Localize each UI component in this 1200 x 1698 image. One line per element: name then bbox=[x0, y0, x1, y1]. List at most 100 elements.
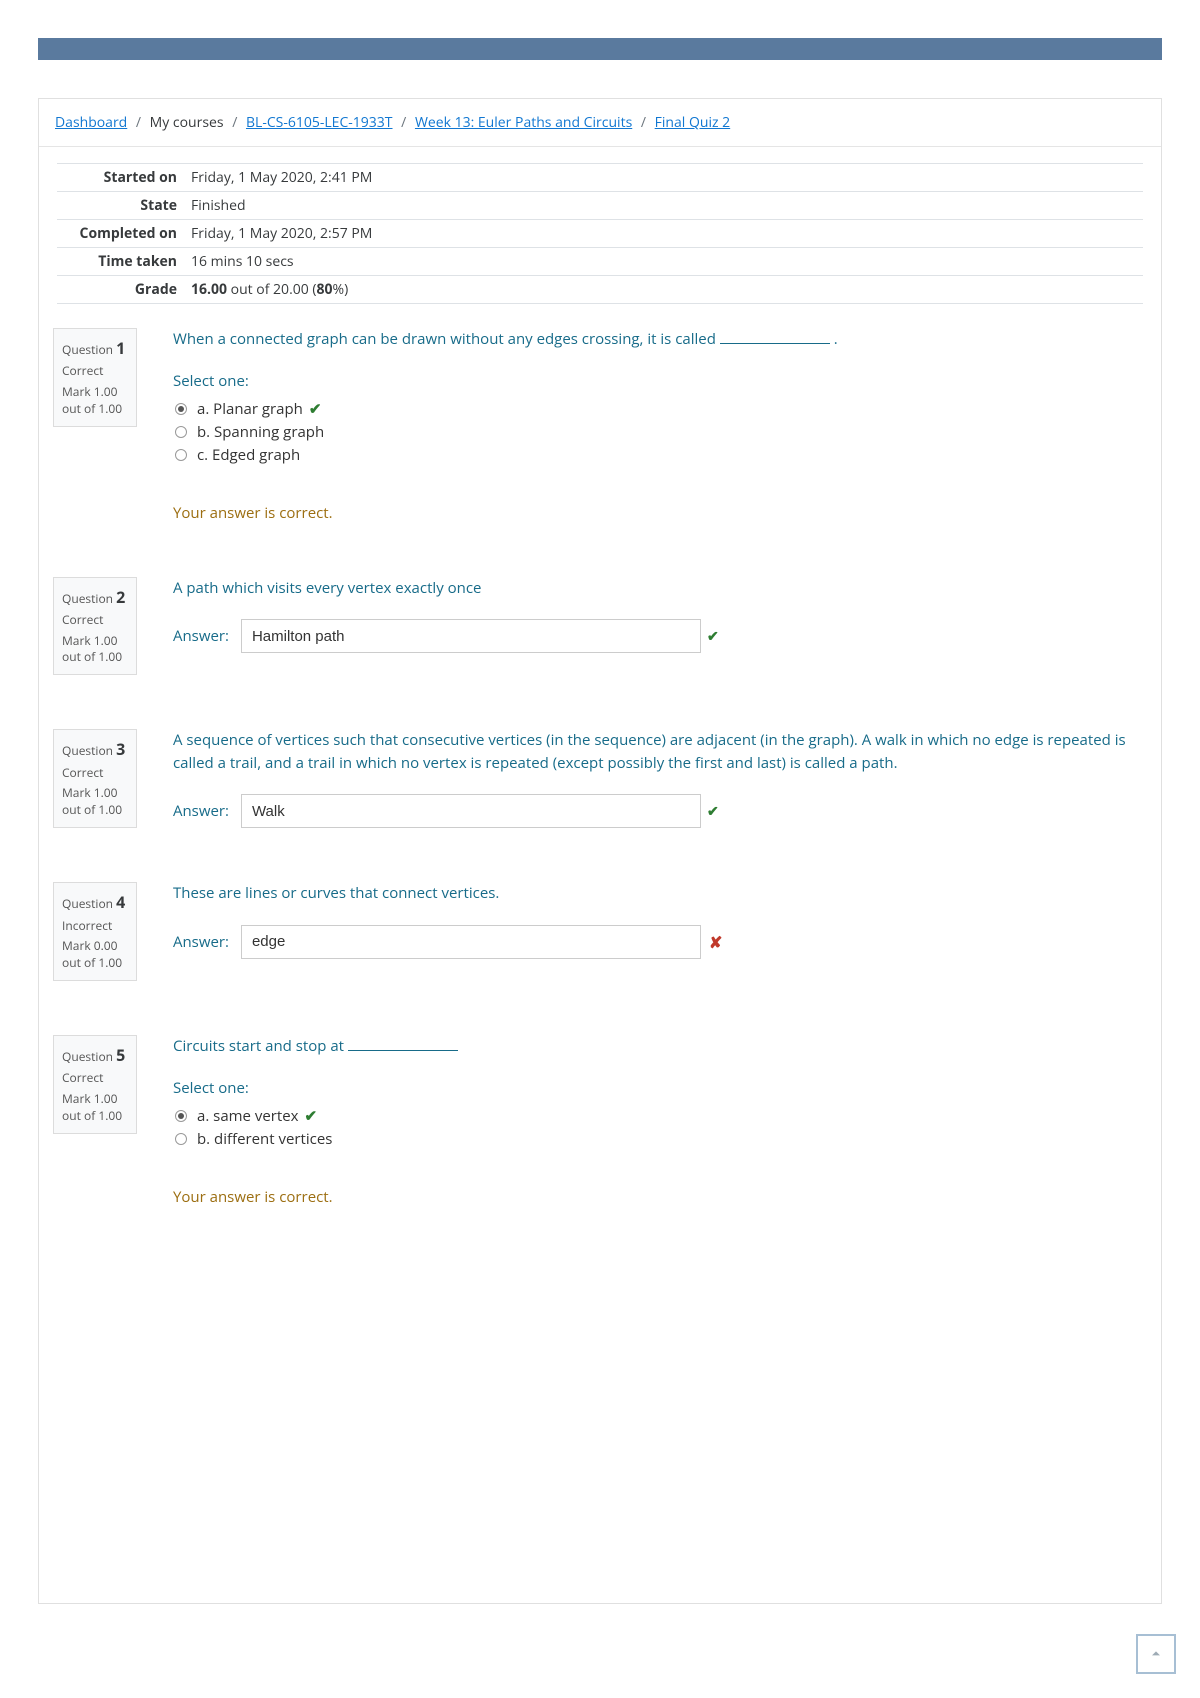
answer-label: Answer: bbox=[173, 626, 229, 646]
question-4: Question 4 Incorrect Mark 0.00 out of 1.… bbox=[57, 882, 1143, 981]
option-a[interactable]: a. same vertex ✔ bbox=[175, 1106, 1143, 1126]
option-text: a. Planar graph bbox=[197, 399, 303, 419]
table-row: Time taken 16 mins 10 secs bbox=[57, 248, 1143, 276]
breadcrumb-mycourses: My courses bbox=[150, 113, 224, 132]
breadcrumb-dashboard[interactable]: Dashboard bbox=[55, 113, 127, 132]
select-one-label: Select one: bbox=[173, 1078, 1143, 1098]
chevron-up-icon bbox=[1148, 1646, 1164, 1662]
question-mark: Mark 1.00 out of 1.00 bbox=[62, 1091, 128, 1125]
blank-line bbox=[720, 331, 830, 345]
scroll-to-top-button[interactable] bbox=[1136, 1634, 1176, 1674]
grade-after: %) bbox=[333, 280, 349, 299]
options-list: a. same vertex ✔ b. different vertices bbox=[173, 1106, 1143, 1149]
grade-mid: out of 20.00 ( bbox=[227, 280, 317, 299]
radio-icon bbox=[175, 1110, 187, 1122]
question-state: Correct bbox=[62, 1070, 128, 1087]
question-mark: Mark 1.00 out of 1.00 bbox=[62, 785, 128, 819]
stem-pre: When a connected graph can be drawn with… bbox=[173, 329, 720, 349]
breadcrumb-sep: / bbox=[636, 113, 651, 132]
question-label: Question bbox=[62, 590, 113, 607]
stem-pre: Circuits start and stop at bbox=[173, 1036, 348, 1056]
summary-time-value: 16 mins 10 secs bbox=[187, 248, 1143, 276]
question-number: 3 bbox=[116, 738, 125, 760]
question-info-box: Question 5 Correct Mark 1.00 out of 1.00 bbox=[53, 1035, 137, 1134]
select-one-label: Select one: bbox=[173, 371, 1143, 391]
answer-input[interactable] bbox=[241, 925, 701, 959]
question-label: Question bbox=[62, 742, 113, 759]
summary-grade-label: Grade bbox=[57, 276, 187, 304]
question-stem: These are lines or curves that connect v… bbox=[173, 882, 1143, 905]
table-row: Grade 16.00 out of 20.00 (80%) bbox=[57, 276, 1143, 304]
option-text: b. Spanning graph bbox=[197, 422, 324, 442]
breadcrumb-sep: / bbox=[131, 113, 146, 132]
question-state: Correct bbox=[62, 612, 128, 629]
question-state: Correct bbox=[62, 765, 128, 782]
question-3: Question 3 Correct Mark 1.00 out of 1.00… bbox=[57, 729, 1143, 828]
option-text: c. Edged graph bbox=[197, 445, 300, 465]
summary-completed-value: Friday, 1 May 2020, 2:57 PM bbox=[187, 220, 1143, 248]
table-row: Completed on Friday, 1 May 2020, 2:57 PM bbox=[57, 220, 1143, 248]
summary-time-label: Time taken bbox=[57, 248, 187, 276]
question-5: Question 5 Correct Mark 1.00 out of 1.00… bbox=[57, 1035, 1143, 1207]
answer-input[interactable] bbox=[241, 794, 701, 828]
answer-label: Answer: bbox=[173, 801, 229, 821]
table-row: Started on Friday, 1 May 2020, 2:41 PM bbox=[57, 164, 1143, 192]
radio-icon bbox=[175, 1133, 187, 1145]
question-stem: When a connected graph can be drawn with… bbox=[173, 328, 1143, 351]
option-b[interactable]: b. Spanning graph bbox=[175, 422, 1143, 442]
question-stem: Circuits start and stop at bbox=[173, 1035, 1143, 1058]
question-number: 5 bbox=[116, 1044, 125, 1066]
stem-post: . bbox=[830, 329, 838, 349]
question-number: 4 bbox=[116, 891, 125, 913]
question-mark: Mark 0.00 out of 1.00 bbox=[62, 938, 128, 972]
breadcrumb: Dashboard / My courses / BL-CS-6105-LEC-… bbox=[39, 99, 1161, 147]
question-label: Question bbox=[62, 341, 113, 358]
question-2: Question 2 Correct Mark 1.00 out of 1.00… bbox=[57, 577, 1143, 676]
question-info-box: Question 1 Correct Mark 1.00 out of 1.00 bbox=[53, 328, 137, 427]
check-icon: ✔ bbox=[707, 802, 719, 821]
question-state: Incorrect bbox=[62, 918, 128, 935]
summary-completed-label: Completed on bbox=[57, 220, 187, 248]
breadcrumb-sep: / bbox=[227, 113, 242, 132]
check-icon: ✔ bbox=[309, 399, 322, 419]
question-info-box: Question 4 Incorrect Mark 0.00 out of 1.… bbox=[53, 882, 137, 981]
question-number: 2 bbox=[116, 586, 125, 608]
question-state: Correct bbox=[62, 363, 128, 380]
option-c[interactable]: c. Edged graph bbox=[175, 445, 1143, 465]
attempt-summary-table: Started on Friday, 1 May 2020, 2:41 PM S… bbox=[57, 163, 1143, 304]
top-banner bbox=[38, 38, 1162, 60]
feedback-text: Your answer is correct. bbox=[173, 503, 1143, 523]
check-icon: ✔ bbox=[707, 627, 719, 646]
question-info-box: Question 3 Correct Mark 1.00 out of 1.00 bbox=[53, 729, 137, 828]
breadcrumb-quiz[interactable]: Final Quiz 2 bbox=[655, 113, 731, 132]
table-row: State Finished bbox=[57, 192, 1143, 220]
radio-icon bbox=[175, 403, 187, 415]
grade-score: 16.00 bbox=[191, 280, 227, 299]
question-stem: A path which visits every vertex exactly… bbox=[173, 577, 1143, 600]
breadcrumb-week[interactable]: Week 13: Euler Paths and Circuits bbox=[415, 113, 632, 132]
option-a[interactable]: a. Planar graph ✔ bbox=[175, 399, 1143, 419]
option-b[interactable]: b. different vertices bbox=[175, 1129, 1143, 1149]
summary-state-value: Finished bbox=[187, 192, 1143, 220]
summary-grade-value: 16.00 out of 20.00 (80%) bbox=[187, 276, 1143, 304]
breadcrumb-sep: / bbox=[396, 113, 411, 132]
summary-state-label: State bbox=[57, 192, 187, 220]
check-icon: ✔ bbox=[305, 1106, 318, 1126]
option-text: b. different vertices bbox=[197, 1129, 332, 1149]
question-stem: A sequence of vertices such that consecu… bbox=[173, 729, 1143, 774]
question-mark: Mark 1.00 out of 1.00 bbox=[62, 384, 128, 418]
summary-started-value: Friday, 1 May 2020, 2:41 PM bbox=[187, 164, 1143, 192]
question-1: Question 1 Correct Mark 1.00 out of 1.00… bbox=[57, 328, 1143, 523]
radio-icon bbox=[175, 426, 187, 438]
options-list: a. Planar graph ✔ b. Spanning graph c. E… bbox=[173, 399, 1143, 465]
answer-input[interactable] bbox=[241, 619, 701, 653]
main-panel: Dashboard / My courses / BL-CS-6105-LEC-… bbox=[38, 98, 1162, 1604]
option-text: a. same vertex bbox=[197, 1106, 299, 1126]
question-number: 1 bbox=[116, 337, 125, 359]
question-mark: Mark 1.00 out of 1.00 bbox=[62, 633, 128, 667]
radio-icon bbox=[175, 449, 187, 461]
grade-percent: 80 bbox=[317, 280, 333, 299]
blank-line bbox=[348, 1038, 458, 1052]
breadcrumb-course[interactable]: BL-CS-6105-LEC-1933T bbox=[246, 113, 393, 132]
answer-label: Answer: bbox=[173, 932, 229, 952]
